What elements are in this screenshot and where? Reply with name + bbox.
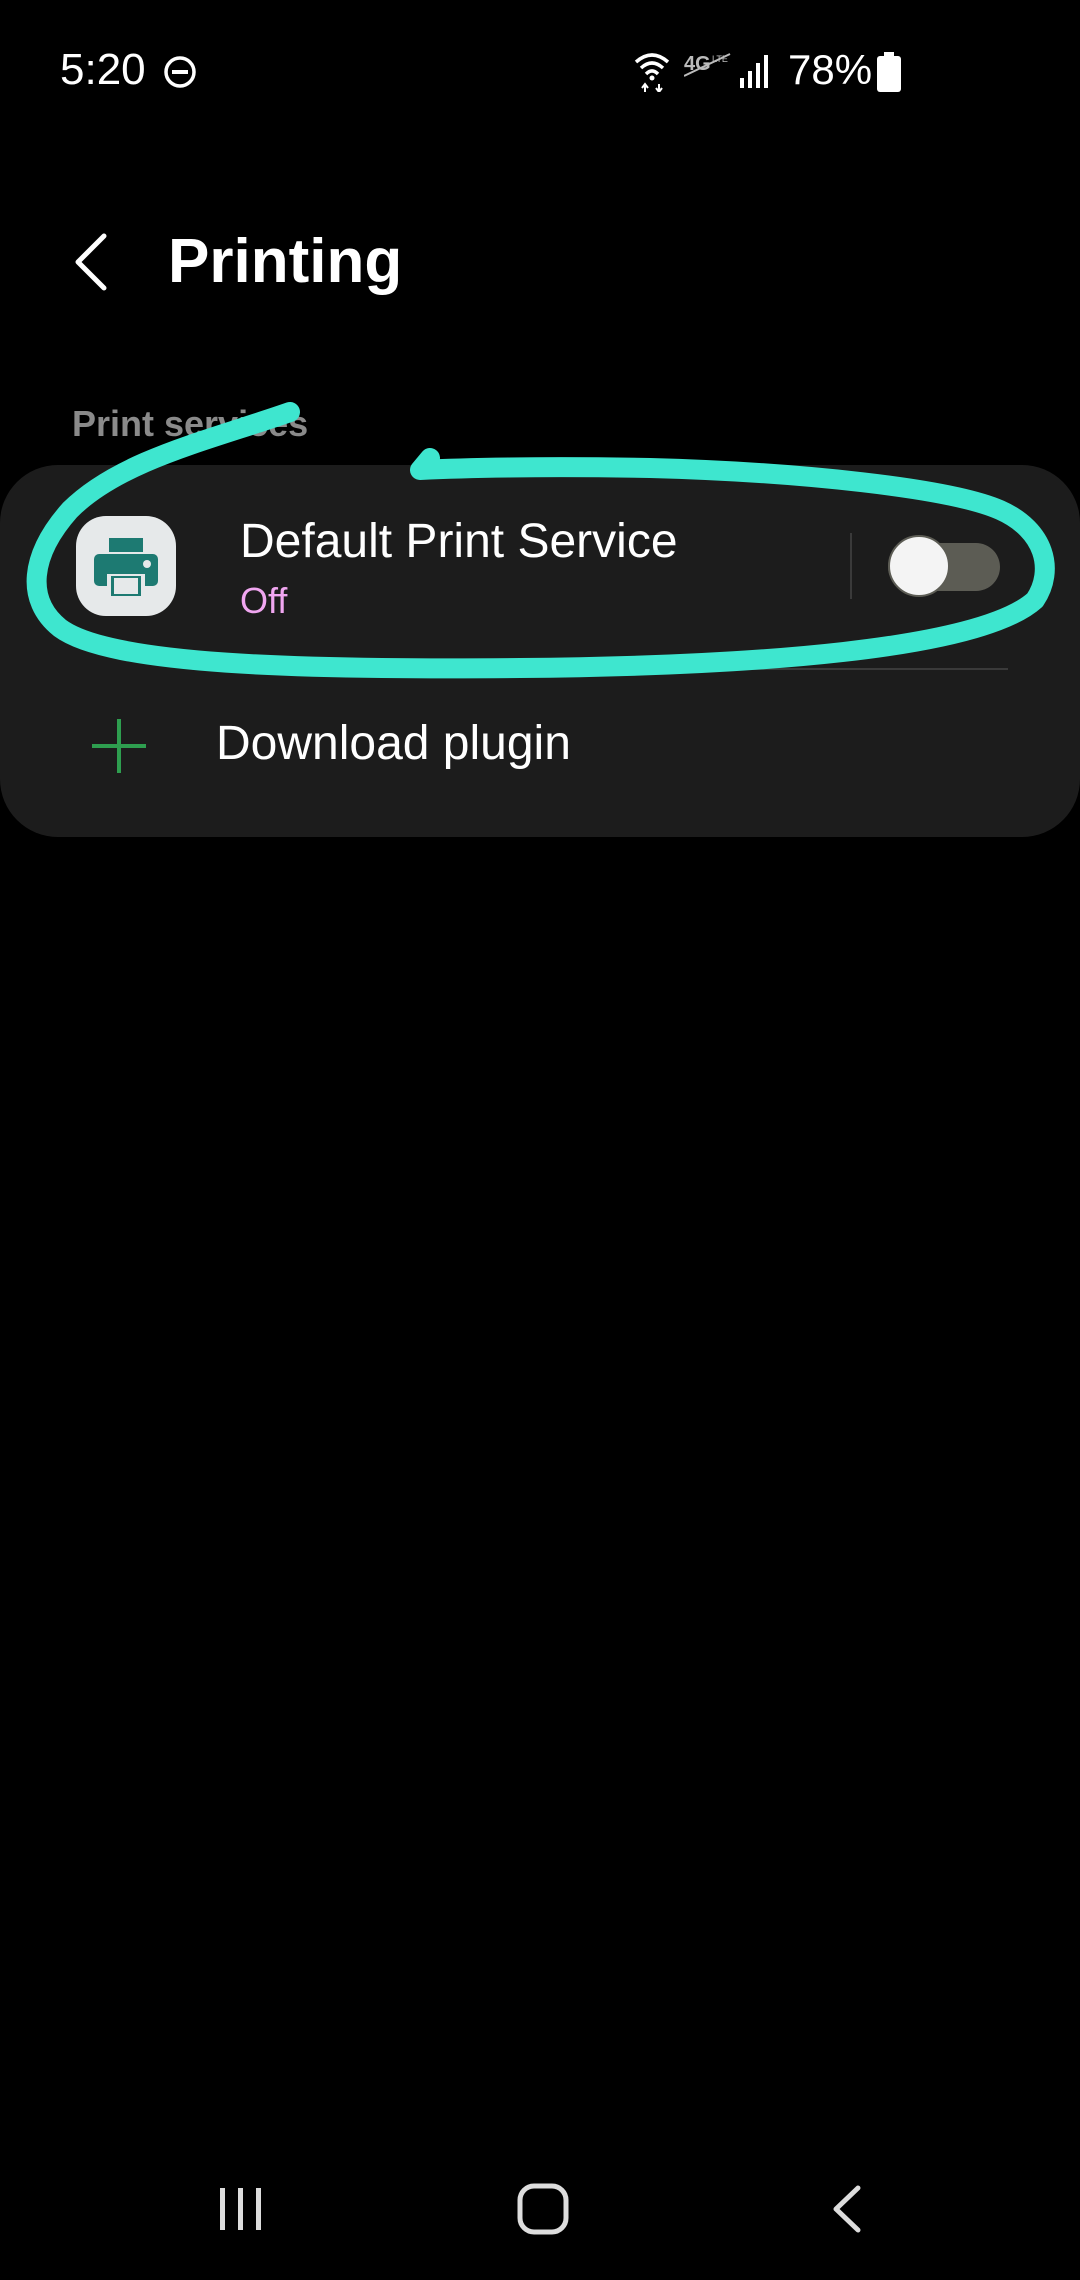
download-plugin-label: Download plugin bbox=[216, 717, 571, 770]
printer-icon bbox=[76, 516, 176, 616]
row-divider bbox=[192, 668, 1008, 670]
status-bar: 5:20 4G LTE 78% bbox=[0, 0, 1080, 140]
home-icon[interactable] bbox=[516, 2182, 570, 2236]
download-plugin-row[interactable]: Download plugin bbox=[0, 671, 1080, 837]
back-icon[interactable] bbox=[826, 2182, 866, 2236]
chevron-left-icon bbox=[75, 233, 107, 291]
toggle-thumb bbox=[888, 535, 950, 597]
battery-percent: 78% bbox=[788, 46, 873, 93]
do-not-disturb-icon bbox=[164, 56, 196, 88]
vertical-divider bbox=[850, 533, 852, 599]
lte-off-icon: 4G LTE bbox=[684, 53, 731, 77]
highlight-annotation bbox=[26, 402, 1055, 679]
service-toggle[interactable] bbox=[888, 535, 1000, 597]
battery-icon bbox=[877, 52, 901, 92]
status-time: 5:20 bbox=[60, 45, 146, 94]
section-header: Print services bbox=[72, 403, 309, 444]
service-row-default-print-service[interactable]: Default Print Service Off bbox=[0, 465, 1080, 671]
svg-text:4G: 4G bbox=[684, 53, 711, 75]
plus-icon bbox=[92, 719, 146, 773]
service-status: Off bbox=[240, 580, 288, 621]
wifi-icon bbox=[634, 53, 670, 92]
recents-icon[interactable] bbox=[214, 2182, 268, 2236]
service-name: Default Print Service bbox=[240, 515, 678, 568]
back-button[interactable] bbox=[60, 222, 130, 302]
page-title: Printing bbox=[168, 227, 403, 296]
print-services-card: Default Print Service Off Download plugi… bbox=[0, 465, 1080, 837]
signal-icon bbox=[740, 55, 768, 88]
